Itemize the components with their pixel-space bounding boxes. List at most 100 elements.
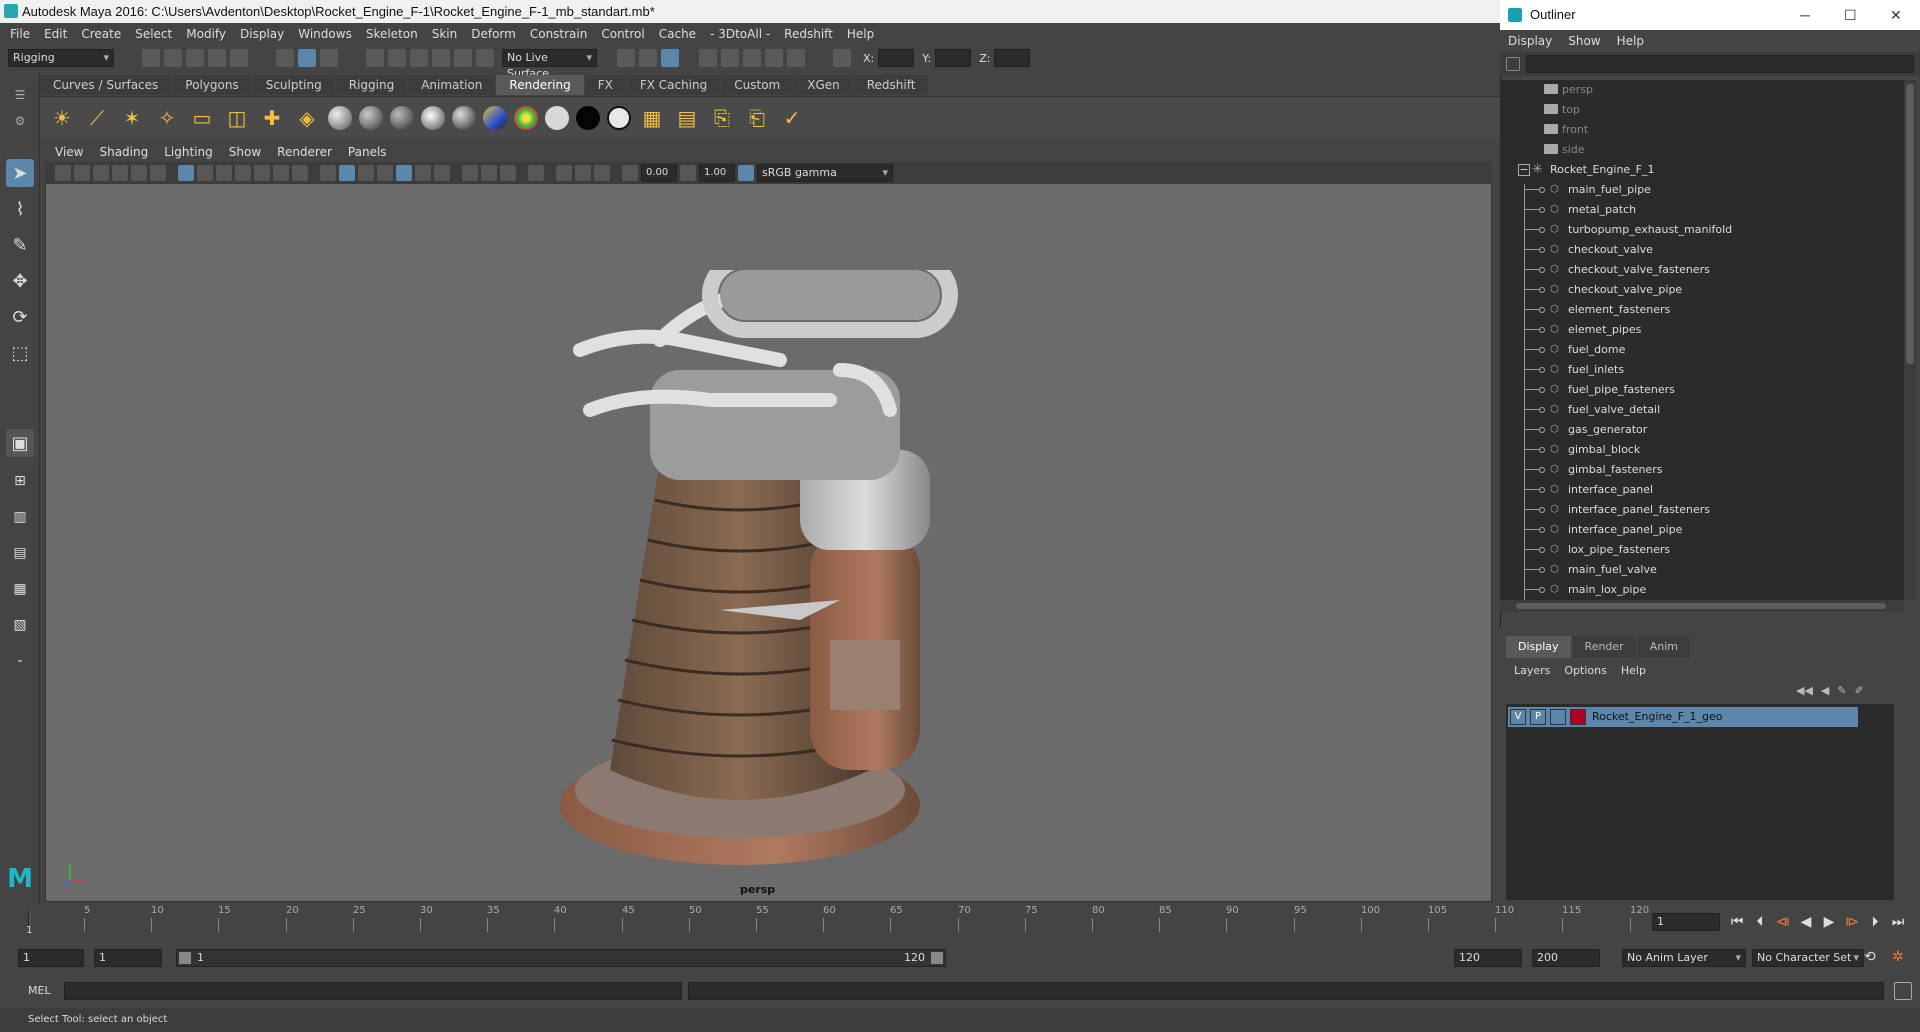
menu-display[interactable]: Display	[240, 27, 284, 41]
transform-constraint-icon[interactable]	[833, 49, 851, 67]
tab-sculpting[interactable]: Sculpting	[252, 75, 335, 95]
snap-grid-icon[interactable]	[366, 49, 384, 67]
list-item[interactable]: − ✳ Rocket_Engine_F_1	[1500, 160, 1904, 180]
list-item[interactable]: ⬡ turbopump_exhaust_manifold	[1500, 220, 1904, 240]
viewport-menu-renderer[interactable]: Renderer	[277, 145, 332, 159]
outliner-horizontal-scroll-thumb[interactable]	[1516, 603, 1886, 609]
menu-modify[interactable]: Modify	[186, 27, 226, 41]
auto-key-icon[interactable]: ⟲	[1864, 949, 1876, 965]
layer-display-type-toggle[interactable]	[1550, 709, 1566, 725]
range-start-handle[interactable]	[179, 952, 191, 964]
script-editor-icon[interactable]	[1894, 982, 1912, 1000]
list-item[interactable]: ⬡ gas_generator	[1500, 420, 1904, 440]
list-item[interactable]: ⬡ element_fasteners	[1500, 300, 1904, 320]
xray-icon[interactable]	[556, 165, 572, 181]
magnet-icon[interactable]	[476, 49, 494, 67]
step-back-key-icon[interactable]: ⏴	[1751, 914, 1769, 930]
select-tool-icon[interactable]: ➤	[6, 159, 34, 187]
go-to-end-icon[interactable]: ⏭	[1889, 914, 1907, 930]
anisotropic-material-icon[interactable]	[452, 105, 476, 130]
isolate-select-icon[interactable]	[528, 165, 544, 181]
outliner-search-input[interactable]	[1526, 55, 1914, 73]
hypershade-icon[interactable]	[787, 49, 805, 67]
playback-start-field[interactable]: 1	[94, 949, 162, 967]
redo-icon[interactable]	[230, 49, 248, 67]
list-item[interactable]: ⬡ checkout_valve_pipe	[1500, 280, 1904, 300]
ramp-shader-icon[interactable]	[514, 105, 538, 130]
animation-end-field[interactable]: 200	[1532, 949, 1600, 967]
list-item[interactable]: ⬡ fuel_inlets	[1500, 360, 1904, 380]
render-settings-icon[interactable]	[699, 49, 717, 67]
screen-space-ao-icon[interactable]	[462, 165, 478, 181]
select-object-icon[interactable]	[298, 49, 316, 67]
ipr-render-icon[interactable]	[743, 49, 761, 67]
layer-visibility-toggle[interactable]: V	[1510, 709, 1526, 725]
exposure-icon[interactable]	[622, 165, 638, 181]
point-light-icon[interactable]: ✶	[118, 104, 146, 132]
tab-polygons[interactable]: Polygons	[172, 75, 252, 95]
tab-animation[interactable]: Animation	[408, 75, 496, 95]
render-view-shelf-icon[interactable]: ✓	[778, 104, 806, 132]
outliner-filter-icon[interactable]	[1506, 57, 1520, 71]
list-item[interactable]: ⬡ main_fuel_pipe	[1500, 180, 1904, 200]
viewport-menu-panels[interactable]: Panels	[348, 145, 387, 159]
render-frame-icon[interactable]	[721, 49, 739, 67]
move-layer-down-icon[interactable]: ◀	[1821, 684, 1829, 697]
hypershade-shelf-icon[interactable]: ⎗	[743, 104, 771, 132]
outliner-menu-show[interactable]: Show	[1568, 34, 1600, 48]
list-item[interactable]: ⬡ metal_patch	[1500, 200, 1904, 220]
menu-select[interactable]: Select	[135, 27, 172, 41]
tab-rendering[interactable]: Rendering	[496, 75, 584, 95]
menu-constrain[interactable]: Constrain	[530, 27, 588, 41]
resolution-gate-icon[interactable]	[216, 165, 232, 181]
play-forwards-icon[interactable]: ▶	[1820, 914, 1838, 930]
directional-light-icon[interactable]: ⟋	[83, 104, 111, 132]
list-item[interactable]: ⬡ interface_panel_fasteners	[1500, 500, 1904, 520]
blinn-material-icon[interactable]	[328, 105, 352, 130]
paint-select-icon[interactable]: ✎	[6, 231, 34, 259]
xray-joints-icon[interactable]	[575, 165, 591, 181]
bookmark-icon[interactable]	[93, 165, 109, 181]
camera-attributes-icon[interactable]	[74, 165, 90, 181]
animation-start-field[interactable]: 1	[18, 949, 84, 967]
playback-end-field[interactable]: 120	[1454, 949, 1522, 967]
list-item[interactable]: front	[1500, 120, 1904, 140]
list-item[interactable]: ⬡ main_fuel_valve	[1500, 560, 1904, 580]
move-tool-icon[interactable]: ✥	[6, 267, 34, 295]
list-item[interactable]: ⬡ checkout_valve_fasteners	[1500, 260, 1904, 280]
output-ops-icon[interactable]	[639, 49, 657, 67]
rocket-engine-model[interactable]	[540, 270, 1020, 870]
maximize-icon[interactable]: ☐	[1844, 0, 1857, 30]
list-item[interactable]: ⬡ fuel_pipe_fasteners	[1500, 380, 1904, 400]
rotate-tool-icon[interactable]: ⟳	[6, 303, 34, 331]
scale-tool-icon[interactable]: ⬚	[6, 339, 34, 367]
layer-menu-options[interactable]: Options	[1564, 664, 1606, 677]
persp-outliner-layout-icon[interactable]: ▤	[6, 539, 34, 567]
gamma-icon[interactable]	[680, 165, 696, 181]
image-plane-icon[interactable]	[112, 165, 128, 181]
menu-cache[interactable]: Cache	[659, 27, 696, 41]
render-layer-icon[interactable]: ✚	[258, 104, 286, 132]
snap-surface-icon[interactable]	[454, 49, 472, 67]
menu-deform[interactable]: Deform	[471, 27, 516, 41]
new-scene-icon[interactable]	[142, 49, 160, 67]
menu-redshift[interactable]: Redshift	[784, 27, 833, 41]
layered-shader-icon[interactable]	[483, 105, 507, 130]
menu-skin[interactable]: Skin	[432, 27, 458, 41]
motion-blur-icon[interactable]	[481, 165, 497, 181]
select-component-icon[interactable]	[320, 49, 338, 67]
grease-pencil-icon[interactable]	[150, 165, 166, 181]
tab-redshift[interactable]: Redshift	[853, 75, 929, 95]
new-layer-selected-icon[interactable]: ✐	[1855, 684, 1864, 697]
snap-view-icon[interactable]	[432, 49, 450, 67]
phonge-material-icon[interactable]	[421, 105, 445, 130]
ipr-icon[interactable]: ◈	[293, 104, 321, 132]
viewport-menu-show[interactable]: Show	[229, 145, 261, 159]
command-language-label[interactable]: MEL	[28, 983, 51, 999]
move-layer-up-icon[interactable]: ◀◀	[1796, 684, 1813, 697]
layer-menu-layers[interactable]: Layers	[1514, 664, 1550, 677]
use-all-lights-icon[interactable]	[415, 165, 431, 181]
viewport-menu-lighting[interactable]: Lighting	[164, 145, 213, 159]
safe-title-icon[interactable]	[292, 165, 308, 181]
color-management-icon[interactable]	[738, 165, 754, 181]
